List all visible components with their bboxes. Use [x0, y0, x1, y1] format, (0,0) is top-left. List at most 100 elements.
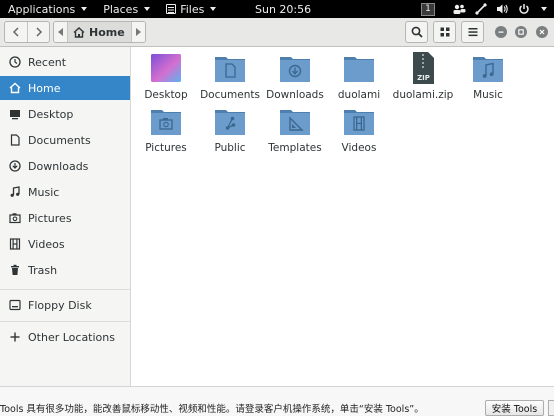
close-button[interactable] [536, 26, 548, 38]
clock[interactable]: Sun 20:56 [255, 0, 311, 18]
file-item-downloads[interactable]: Downloads [263, 51, 327, 101]
volume-icon[interactable] [496, 3, 509, 15]
sidebar-item-floppy-disk[interactable]: Floppy Disk [0, 293, 130, 317]
forward-button[interactable] [27, 22, 49, 42]
home-icon [73, 26, 85, 38]
sidebar-divider [0, 289, 130, 290]
file-item-duolami-zip[interactable]: ZIP duolami.zip [391, 51, 455, 101]
trash-icon [9, 264, 21, 276]
sidebar-item-label: Videos [28, 237, 65, 251]
menu-button[interactable] [461, 21, 484, 43]
file-item-label: Videos [341, 142, 377, 154]
file-item-templates[interactable]: Templates [263, 104, 327, 154]
desktop-folder-icon [149, 51, 183, 85]
sidebar-item-other-locations[interactable]: Other Locations [0, 325, 130, 349]
places-menu[interactable]: Places [95, 0, 158, 18]
places-menu-label: Places [103, 2, 139, 16]
file-item-duolami[interactable]: duolami [327, 51, 391, 101]
documents-folder-icon [213, 51, 247, 85]
path-bar: Home [53, 21, 146, 43]
sidebar-item-downloads[interactable]: Downloads [0, 154, 130, 178]
file-view: Desktop Documents Downloads duolami ZIP … [131, 47, 554, 386]
file-item-label: Pictures [145, 142, 187, 154]
sidebar-item-recent[interactable]: Recent [0, 50, 130, 74]
sidebar-item-trash[interactable]: Trash [0, 258, 130, 282]
file-item-label: Templates [268, 142, 322, 154]
maximize-button[interactable] [515, 26, 527, 38]
plus-icon [9, 331, 21, 343]
power-icon[interactable] [518, 3, 530, 15]
workspace-indicator[interactable]: 1 [421, 2, 435, 16]
vm-tools-message: Tools 具有很多功能，能改善鼠标移动性、视频和性能。请登录客户机操作系统，单… [0, 404, 424, 415]
file-item-label: Music [473, 89, 503, 101]
chevron-down-icon[interactable] [541, 7, 547, 11]
file-item-public[interactable]: Public [198, 104, 262, 154]
minimize-button[interactable] [495, 26, 507, 38]
sidebar-item-desktop[interactable]: Desktop [0, 102, 130, 126]
file-item-videos[interactable]: Videos [327, 104, 391, 154]
history-buttons [4, 21, 50, 43]
file-item-label: duolami [337, 89, 381, 101]
sidebar-item-label: Pictures [28, 211, 72, 225]
file-item-label: Desktop [144, 89, 188, 101]
search-icon [411, 26, 423, 38]
film-icon [9, 238, 21, 250]
sidebar-item-pictures[interactable]: Pictures [0, 206, 130, 230]
network-wired-icon[interactable] [475, 3, 487, 15]
chevron-right-icon [35, 27, 42, 37]
path-scroll-left-button[interactable] [54, 22, 68, 42]
view-mode-button[interactable] [433, 21, 456, 43]
folder-icon [342, 51, 376, 85]
sidebar-item-label: Downloads [28, 159, 89, 173]
files-app-icon [166, 4, 177, 14]
file-item-pictures[interactable]: Pictures [134, 104, 198, 154]
minimize-icon [498, 31, 504, 33]
back-button[interactable] [5, 22, 27, 42]
chevron-down-icon [210, 7, 217, 11]
install-tools-button[interactable]: 安装 Tools [485, 400, 544, 416]
applications-menu[interactable]: Applications [0, 0, 95, 18]
grid-view-icon [440, 27, 449, 37]
camera-icon [9, 212, 21, 224]
maximize-icon [518, 29, 524, 35]
triangle-left-icon [57, 28, 63, 36]
path-home-button[interactable]: Home [68, 22, 131, 42]
sidebar-item-label: Home [28, 81, 61, 95]
extra-button[interactable] [548, 400, 554, 416]
file-item-desktop[interactable]: Desktop [134, 51, 198, 101]
file-item-label: Downloads [266, 89, 324, 101]
home-icon [9, 82, 21, 94]
header-bar: Home [0, 18, 554, 47]
drive-icon [9, 299, 21, 311]
videos-folder-icon [342, 104, 376, 138]
sidebar-item-videos[interactable]: Videos [0, 232, 130, 256]
system-tray: 1 [421, 0, 554, 18]
chevron-down-icon [81, 7, 88, 11]
sidebar-item-label: Recent [28, 55, 67, 69]
sidebar-item-label: Documents [28, 133, 91, 147]
sidebar-item-music[interactable]: Music [0, 180, 130, 204]
files-app-menu[interactable]: Files [158, 0, 224, 18]
sidebar-item-label: Floppy Disk [28, 298, 92, 312]
document-icon [9, 134, 21, 146]
triangle-right-icon [136, 28, 142, 36]
sidebar-item-label: Trash [28, 263, 58, 277]
files-app-menu-label: Files [180, 2, 205, 16]
file-item-label: duolami.zip [392, 89, 454, 101]
sidebar-item-label: Desktop [28, 107, 74, 121]
vm-tools-bar: Tools 具有很多功能，能改善鼠标移动性、视频和性能。请登录客户机操作系统，单… [0, 386, 554, 416]
sidebar-item-documents[interactable]: Documents [0, 128, 130, 152]
zip-badge: ZIP [417, 74, 430, 82]
file-item-documents[interactable]: Documents [198, 51, 262, 101]
path-scroll-right-button[interactable] [130, 22, 145, 42]
search-button[interactable] [405, 21, 428, 43]
sidebar-item-home[interactable]: Home [0, 76, 130, 100]
file-item-music[interactable]: Music [456, 51, 520, 101]
places-sidebar: Recent Home Desktop Documents Downloads … [0, 47, 131, 386]
music-note-icon [9, 186, 21, 198]
downloads-folder-icon [278, 51, 312, 85]
desktop-icon [9, 108, 21, 120]
people-icon[interactable] [452, 3, 466, 15]
zip-archive-icon: ZIP [406, 51, 440, 85]
file-item-label: Documents [200, 89, 260, 101]
